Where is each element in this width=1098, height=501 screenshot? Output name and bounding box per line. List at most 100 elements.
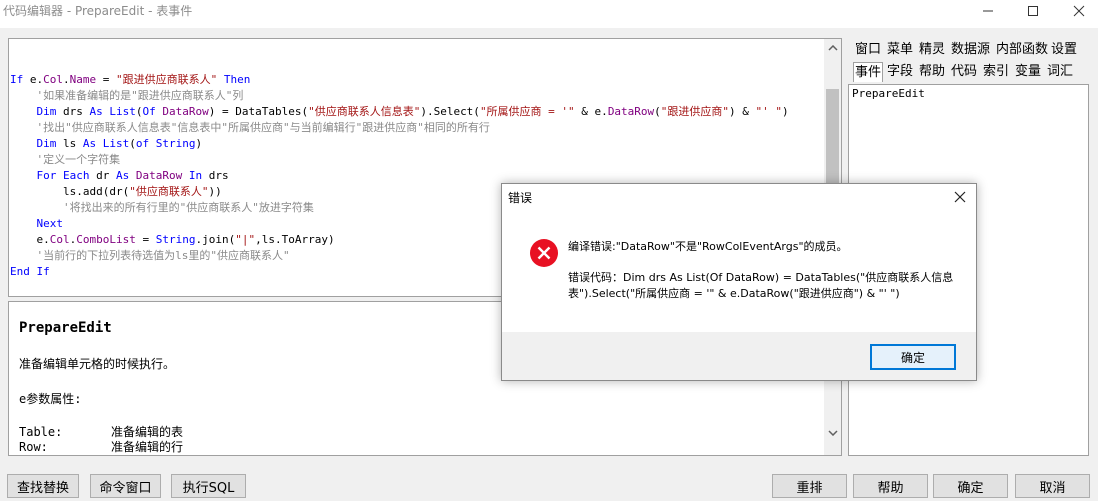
- tab-window[interactable]: 窗口: [855, 40, 881, 60]
- ok-button[interactable]: 确定: [933, 474, 1008, 498]
- side-tabs-row-2: 事件 字段 帮助 代码 索引 变量 词汇: [852, 62, 1092, 82]
- code-token: ) = DataTables(: [208, 105, 309, 118]
- rearrange-button[interactable]: 重排: [772, 474, 847, 498]
- code-token: As: [82, 137, 97, 150]
- code-token: drs: [56, 105, 90, 118]
- help-prop-row: Row: 准备编辑的行: [19, 438, 183, 455]
- code-token: ls: [56, 137, 83, 150]
- code-token: (: [654, 105, 661, 118]
- tab-events[interactable]: 事件: [853, 62, 884, 82]
- code-token: ls.add(dr(: [10, 185, 130, 198]
- error-dialog: 错误 编译错误:"DataRow"不是"RowColEventArgs"的成员。…: [501, 183, 977, 381]
- code-token: '当前行的下拉列表待选值为ls里的"供应商联系人": [36, 249, 290, 262]
- command-window-button[interactable]: 命令窗口: [90, 474, 161, 498]
- code-token: ): [195, 137, 203, 150]
- maximize-icon: [1028, 6, 1038, 16]
- code-token: '定义一个字符集: [36, 153, 121, 166]
- window-title: 代码编辑器 - PrepareEdit - 表事件: [3, 4, 193, 18]
- help-button[interactable]: 帮助: [853, 474, 928, 498]
- code-token: (: [135, 105, 143, 118]
- tab-settings[interactable]: 设置: [1051, 40, 1077, 60]
- tab-help[interactable]: 帮助: [919, 62, 945, 82]
- code-token: As: [89, 105, 103, 118]
- code-token: DataRow: [162, 105, 209, 118]
- help-prop-key: Row:: [19, 440, 48, 454]
- code-token: In: [188, 169, 203, 182]
- code-token: dr: [89, 169, 116, 182]
- tab-index[interactable]: 索引: [983, 62, 1009, 82]
- code-token: of: [135, 137, 150, 150]
- code-token: .join(: [195, 233, 236, 246]
- code-line[interactable]: If e.Col.Name = "跟进供应商联系人" Then: [10, 72, 789, 88]
- help-prop-value: 准备编辑的表: [111, 425, 184, 439]
- tab-variables[interactable]: 变量: [1015, 62, 1041, 82]
- code-line[interactable]: Dim drs As List(Of DataRow) = DataTables…: [10, 104, 789, 120]
- code-token: DataRow: [135, 169, 183, 182]
- dialog-close-button[interactable]: [950, 187, 970, 207]
- code-token: '如果准备编辑的是"跟进供应商联系人"列: [36, 89, 244, 102]
- code-token: "所属供应商 = '": [479, 105, 575, 118]
- dialog-title: 错误: [508, 191, 533, 205]
- code-line[interactable]: '如果准备编辑的是"跟进供应商联系人"列: [10, 88, 789, 104]
- code-token: Next: [36, 217, 64, 230]
- tab-fields[interactable]: 字段: [887, 62, 913, 82]
- code-line[interactable]: '定义一个字符集: [10, 152, 789, 168]
- code-line[interactable]: Dim ls As List(of String): [10, 136, 789, 152]
- list-item[interactable]: PrepareEdit: [852, 87, 925, 100]
- code-token: '找出"供应商联系人信息表"信息表中"所属供应商"与当前编辑行"跟进供应商"相同…: [36, 121, 490, 134]
- minimize-button[interactable]: [965, 0, 1011, 22]
- code-token: ): [782, 105, 789, 118]
- help-prop-value: 准备编辑的行: [111, 440, 184, 454]
- find-replace-button[interactable]: 查找替换: [7, 474, 79, 498]
- code-token: "跟进供应商联系人": [116, 73, 218, 86]
- tab-functions[interactable]: 内部函数: [996, 40, 1048, 60]
- maximize-button[interactable]: [1010, 0, 1056, 22]
- code-token: As: [115, 169, 130, 182]
- code-token: e.: [10, 233, 50, 246]
- tab-datasource[interactable]: 数据源: [951, 40, 990, 60]
- close-button[interactable]: [1056, 0, 1098, 22]
- code-token: =: [135, 233, 156, 246]
- code-token: & e.: [574, 105, 608, 118]
- help-props-heading: e参数属性:: [19, 392, 82, 406]
- help-title: PrepareEdit: [19, 320, 112, 336]
- code-token: List: [102, 137, 130, 150]
- code-token: "供应商联系人": [129, 185, 209, 198]
- dialog-detail: 错误代码：Dim drs As List(Of DataRow) = DataT…: [568, 271, 954, 300]
- dialog-ok-button[interactable]: 确定: [870, 344, 956, 370]
- tab-wizard[interactable]: 精灵: [919, 40, 945, 60]
- code-token: Name: [69, 73, 97, 86]
- tab-menu[interactable]: 菜单: [887, 40, 913, 60]
- help-prop-key: Table:: [19, 425, 63, 439]
- code-token: )): [208, 185, 222, 198]
- scroll-up-icon[interactable]: [824, 39, 841, 56]
- minimize-icon: [983, 10, 993, 12]
- code-token: If: [10, 73, 30, 86]
- tab-code[interactable]: 代码: [951, 62, 977, 82]
- code-token: ,ls.ToArray): [255, 233, 335, 246]
- code-token: '将找出来的所有行里的"供应商联系人"放进字符集: [62, 201, 314, 214]
- help-description: 准备编辑单元格的时候执行。: [19, 357, 176, 371]
- code-token: String: [155, 137, 196, 150]
- close-icon: [1073, 5, 1085, 17]
- exec-sql-button[interactable]: 执行SQL: [171, 474, 246, 498]
- scroll-down-icon[interactable]: [824, 424, 841, 441]
- cancel-button[interactable]: 取消: [1015, 474, 1090, 498]
- code-token: End If: [10, 265, 50, 278]
- code-token: Dim: [36, 105, 57, 118]
- code-token: "跟进供应商": [660, 105, 730, 118]
- code-token: drs: [202, 169, 229, 182]
- code-line[interactable]: '找出"供应商联系人信息表"信息表中"所属供应商"与当前编辑行"跟进供应商"相同…: [10, 120, 789, 136]
- tab-vocabulary[interactable]: 词汇: [1047, 62, 1073, 82]
- side-tabs-row-1: 窗口 菜单 精灵 数据源 内部函数 设置: [852, 40, 1092, 60]
- code-line[interactable]: For Each dr As DataRow In drs: [10, 168, 789, 184]
- code-token: Col: [43, 73, 63, 86]
